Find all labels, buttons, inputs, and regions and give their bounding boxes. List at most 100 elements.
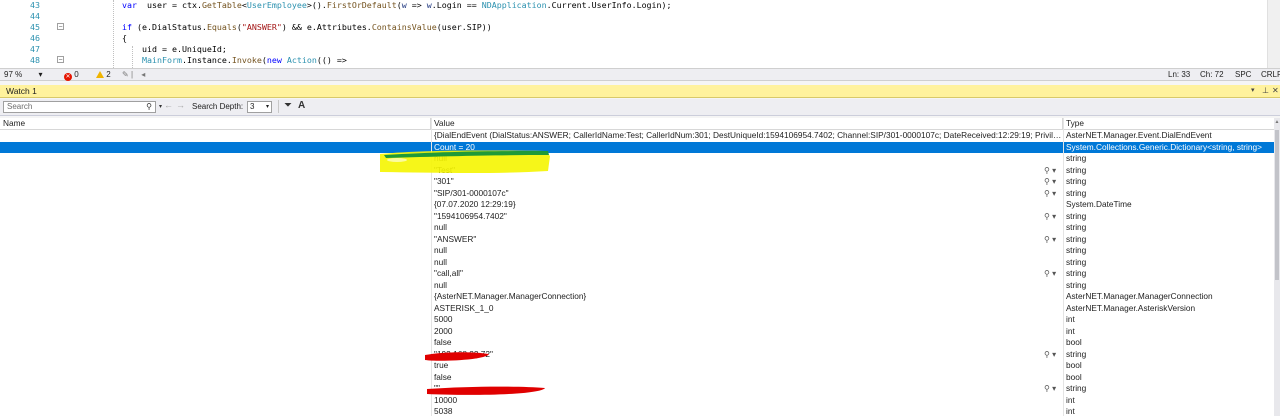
- scroll-up-icon[interactable]: ▲: [1274, 118, 1280, 126]
- code-line[interactable]: 44: [0, 11, 1280, 22]
- watch-row[interactable]: ⚒DestUniqueId"1594106954.7402"⚲ ▾string: [0, 211, 1274, 223]
- watch-row-value[interactable]: null: [434, 280, 1064, 292]
- column-header-name[interactable]: Name: [0, 118, 431, 129]
- zoom-level[interactable]: 97 % ▾: [4, 69, 42, 80]
- watch-row[interactable]: ⚒DialStringnullstring: [0, 245, 1274, 257]
- fold-toggle-icon[interactable]: −: [57, 23, 64, 31]
- search-icon[interactable]: ⚲: [146, 102, 152, 112]
- visualizer-magnifier-icon[interactable]: ⚲ ▾: [1044, 188, 1056, 200]
- watch-row-value[interactable]: null: [434, 245, 1064, 257]
- watch-row[interactable]: ⚒Destinationnullstring: [0, 222, 1274, 234]
- code-line[interactable]: 48 − MainForm.Instance.Invoke(new Action(…: [0, 55, 1280, 66]
- watch-row[interactable]: ⚒CallerIdNum"301"⚲ ▾string: [0, 176, 1274, 188]
- watch-row-value[interactable]: "": [434, 383, 1064, 395]
- watch-row[interactable]: ▶⚒DateReceived{07.07.2020 12:29:19}Syste…: [0, 199, 1274, 211]
- watch-grid[interactable]: ◢◈e{DialEndEvent (DialStatus:ANSWER; Cal…: [0, 130, 1274, 416]
- code-text: if (e.DialStatus.Equals("ANSWER") && e.A…: [122, 22, 492, 33]
- column-header-value[interactable]: Value: [431, 118, 1063, 129]
- watch-row[interactable]: ⚒PingInterval10000int: [0, 395, 1274, 407]
- visualizer-magnifier-icon[interactable]: ⚲ ▾: [1044, 176, 1056, 188]
- watch-row[interactable]: ⚒DialStatus"ANSWER"⚲ ▾string: [0, 234, 1274, 246]
- watch-row-value[interactable]: 2000: [434, 326, 1064, 338]
- editor-scrollbar[interactable]: [1267, 0, 1280, 68]
- search-dropdown-icon[interactable]: ▾: [159, 102, 162, 112]
- watch-row[interactable]: ⚒CallerIdName"Test"⚲ ▾string: [0, 165, 1274, 177]
- watch-row[interactable]: ⚒DefaultResponseTimeout2000int: [0, 326, 1274, 338]
- navigate-dropdown[interactable]: ✎ | ◂: [122, 69, 145, 80]
- watch-row-value[interactable]: "SIP/301-0000107c": [434, 188, 1064, 200]
- watch-row[interactable]: ⚒Channel"SIP/301-0000107c"⚲ ▾string: [0, 188, 1274, 200]
- watch-row-value[interactable]: ASTERISK_1_0: [434, 303, 1064, 315]
- visualizer-magnifier-icon[interactable]: ⚲ ▾: [1044, 268, 1056, 280]
- fold-toggle-icon[interactable]: −: [57, 56, 64, 64]
- watch-row[interactable]: ◢⚒Source{AsterNET.Manager.ManagerConnect…: [0, 291, 1274, 303]
- watch-row-value[interactable]: false: [434, 372, 1064, 384]
- watch-row-value[interactable]: "192.168.22.72": [434, 349, 1064, 361]
- watch-row-value[interactable]: {DialEndEvent (DialStatus:ANSWER; Caller…: [434, 130, 1064, 142]
- watch-row[interactable]: ⚒Password""⚲ ▾string: [0, 383, 1274, 395]
- text-format-icon[interactable]: A: [298, 100, 305, 111]
- watch-window-title-bar[interactable]: Watch 1 ▾ ⊥ ✕: [0, 85, 1280, 98]
- line-number: 43: [30, 0, 40, 10]
- visualizer-magnifier-icon[interactable]: ⚲ ▾: [1044, 211, 1056, 223]
- code-line[interactable]: 45 − if (e.DialStatus.Equals("ANSWER") && …: [0, 22, 1280, 33]
- visualizer-magnifier-icon[interactable]: ⚲ ▾: [1044, 165, 1056, 177]
- watch-row[interactable]: ⚒FireAllEventsfalsebool: [0, 337, 1274, 349]
- watch-row[interactable]: ⚒CallerIdnullstring: [0, 153, 1274, 165]
- watch-row-value[interactable]: true: [434, 360, 1064, 372]
- visualizer-magnifier-icon[interactable]: ⚲ ▾: [1044, 349, 1056, 361]
- watch-row-value[interactable]: Count = 20: [434, 142, 1064, 154]
- search-depth-select[interactable]: 3 ▾: [247, 101, 272, 113]
- window-options-dropdown-icon[interactable]: ▾: [1251, 85, 1255, 97]
- watch-row-value[interactable]: 5000: [434, 314, 1064, 326]
- watch-row-value[interactable]: "1594106954.7402": [434, 211, 1064, 223]
- watch-row[interactable]: ⚒Port5038int: [0, 406, 1274, 416]
- watch-row[interactable]: ⚒DefaultEventTimeout5000int: [0, 314, 1274, 326]
- search-next-icon[interactable]: →: [176, 100, 185, 110]
- watch-row[interactable]: ⚒AsteriskVersionASTERISK_1_0AsterNET.Man…: [0, 303, 1274, 315]
- search-previous-icon[interactable]: ←: [164, 100, 173, 110]
- column-divider: [1063, 118, 1064, 416]
- line-ending-mode[interactable]: CRLF: [1261, 69, 1280, 80]
- search-input[interactable]: Search ⚲ ▾: [3, 101, 162, 113]
- visualizer-magnifier-icon[interactable]: ⚲ ▾: [1044, 383, 1056, 395]
- watch-row-value[interactable]: "ANSWER": [434, 234, 1064, 246]
- watch-row[interactable]: ⚒Hostname"192.168.22.72"⚲ ▾string: [0, 349, 1274, 361]
- watch-row-value[interactable]: "301": [434, 176, 1064, 188]
- code-line[interactable]: 43 var user = ctx.GetTable<UserEmployee>(…: [0, 0, 1280, 11]
- code-editor[interactable]: 43 var user = ctx.GetTable<UserEmployee>(…: [0, 0, 1280, 68]
- watch-row[interactable]: ⚒Servernullstring: [0, 280, 1274, 292]
- watch-row-value[interactable]: null: [434, 257, 1064, 269]
- code-line[interactable]: 47 uid = e.UniqueId;: [0, 44, 1280, 55]
- watch-row-value[interactable]: "Test": [434, 165, 1064, 177]
- whitespace-mode[interactable]: SPC: [1235, 69, 1251, 80]
- watch-row-type: string: [1066, 164, 1087, 175]
- watch-row-value[interactable]: {07.07.2020 12:29:19}: [434, 199, 1064, 211]
- code-text: var user = ctx.GetTable<UserEmployee>().…: [122, 0, 672, 11]
- watch-row[interactable]: ⚒KeepAlivetruebool: [0, 360, 1274, 372]
- watch-row-type: AsterNET.Manager.AsteriskVersion: [1066, 302, 1196, 313]
- watch-row-value[interactable]: 5038: [434, 406, 1064, 416]
- code-line[interactable]: 46 {: [0, 33, 1280, 44]
- filter-icon[interactable]: ⏷: [284, 100, 292, 111]
- watch-row-value[interactable]: false: [434, 337, 1064, 349]
- line-number: 47: [30, 44, 40, 54]
- pin-icon[interactable]: ⊥: [1262, 85, 1269, 97]
- watch-row-value[interactable]: 10000: [434, 395, 1064, 407]
- error-count[interactable]: ✕ 0: [64, 69, 79, 81]
- watch-row[interactable]: ⚒Forwardnullstring: [0, 257, 1274, 269]
- watch-row[interactable]: ⚒Privilege"call,all"⚲ ▾string: [0, 268, 1274, 280]
- watch-row-value[interactable]: null: [434, 153, 1064, 165]
- code-token: (user.SIP)): [436, 22, 492, 32]
- warning-count[interactable]: 2: [96, 69, 111, 80]
- watch-row-value[interactable]: null: [434, 222, 1064, 234]
- watch-row[interactable]: ◢◈e{DialEndEvent (DialStatus:ANSWER; Cal…: [0, 130, 1274, 142]
- column-header-type[interactable]: Type: [1063, 118, 1274, 129]
- close-icon[interactable]: ✕: [1272, 85, 1279, 97]
- watch-row-value[interactable]: {AsterNET.Manager.ManagerConnection}: [434, 291, 1064, 303]
- watch-row[interactable]: ▶⚒AttributesCount = 20System.Collections…: [0, 141, 1274, 154]
- watch-row[interactable]: ⚒KeepAliveAfterAuthenticationFailurefals…: [0, 372, 1274, 384]
- visualizer-magnifier-icon[interactable]: ⚲ ▾: [1044, 234, 1056, 246]
- watch-row-value[interactable]: "call,all": [434, 268, 1064, 280]
- watch-scrollbar-thumb[interactable]: [1275, 130, 1279, 280]
